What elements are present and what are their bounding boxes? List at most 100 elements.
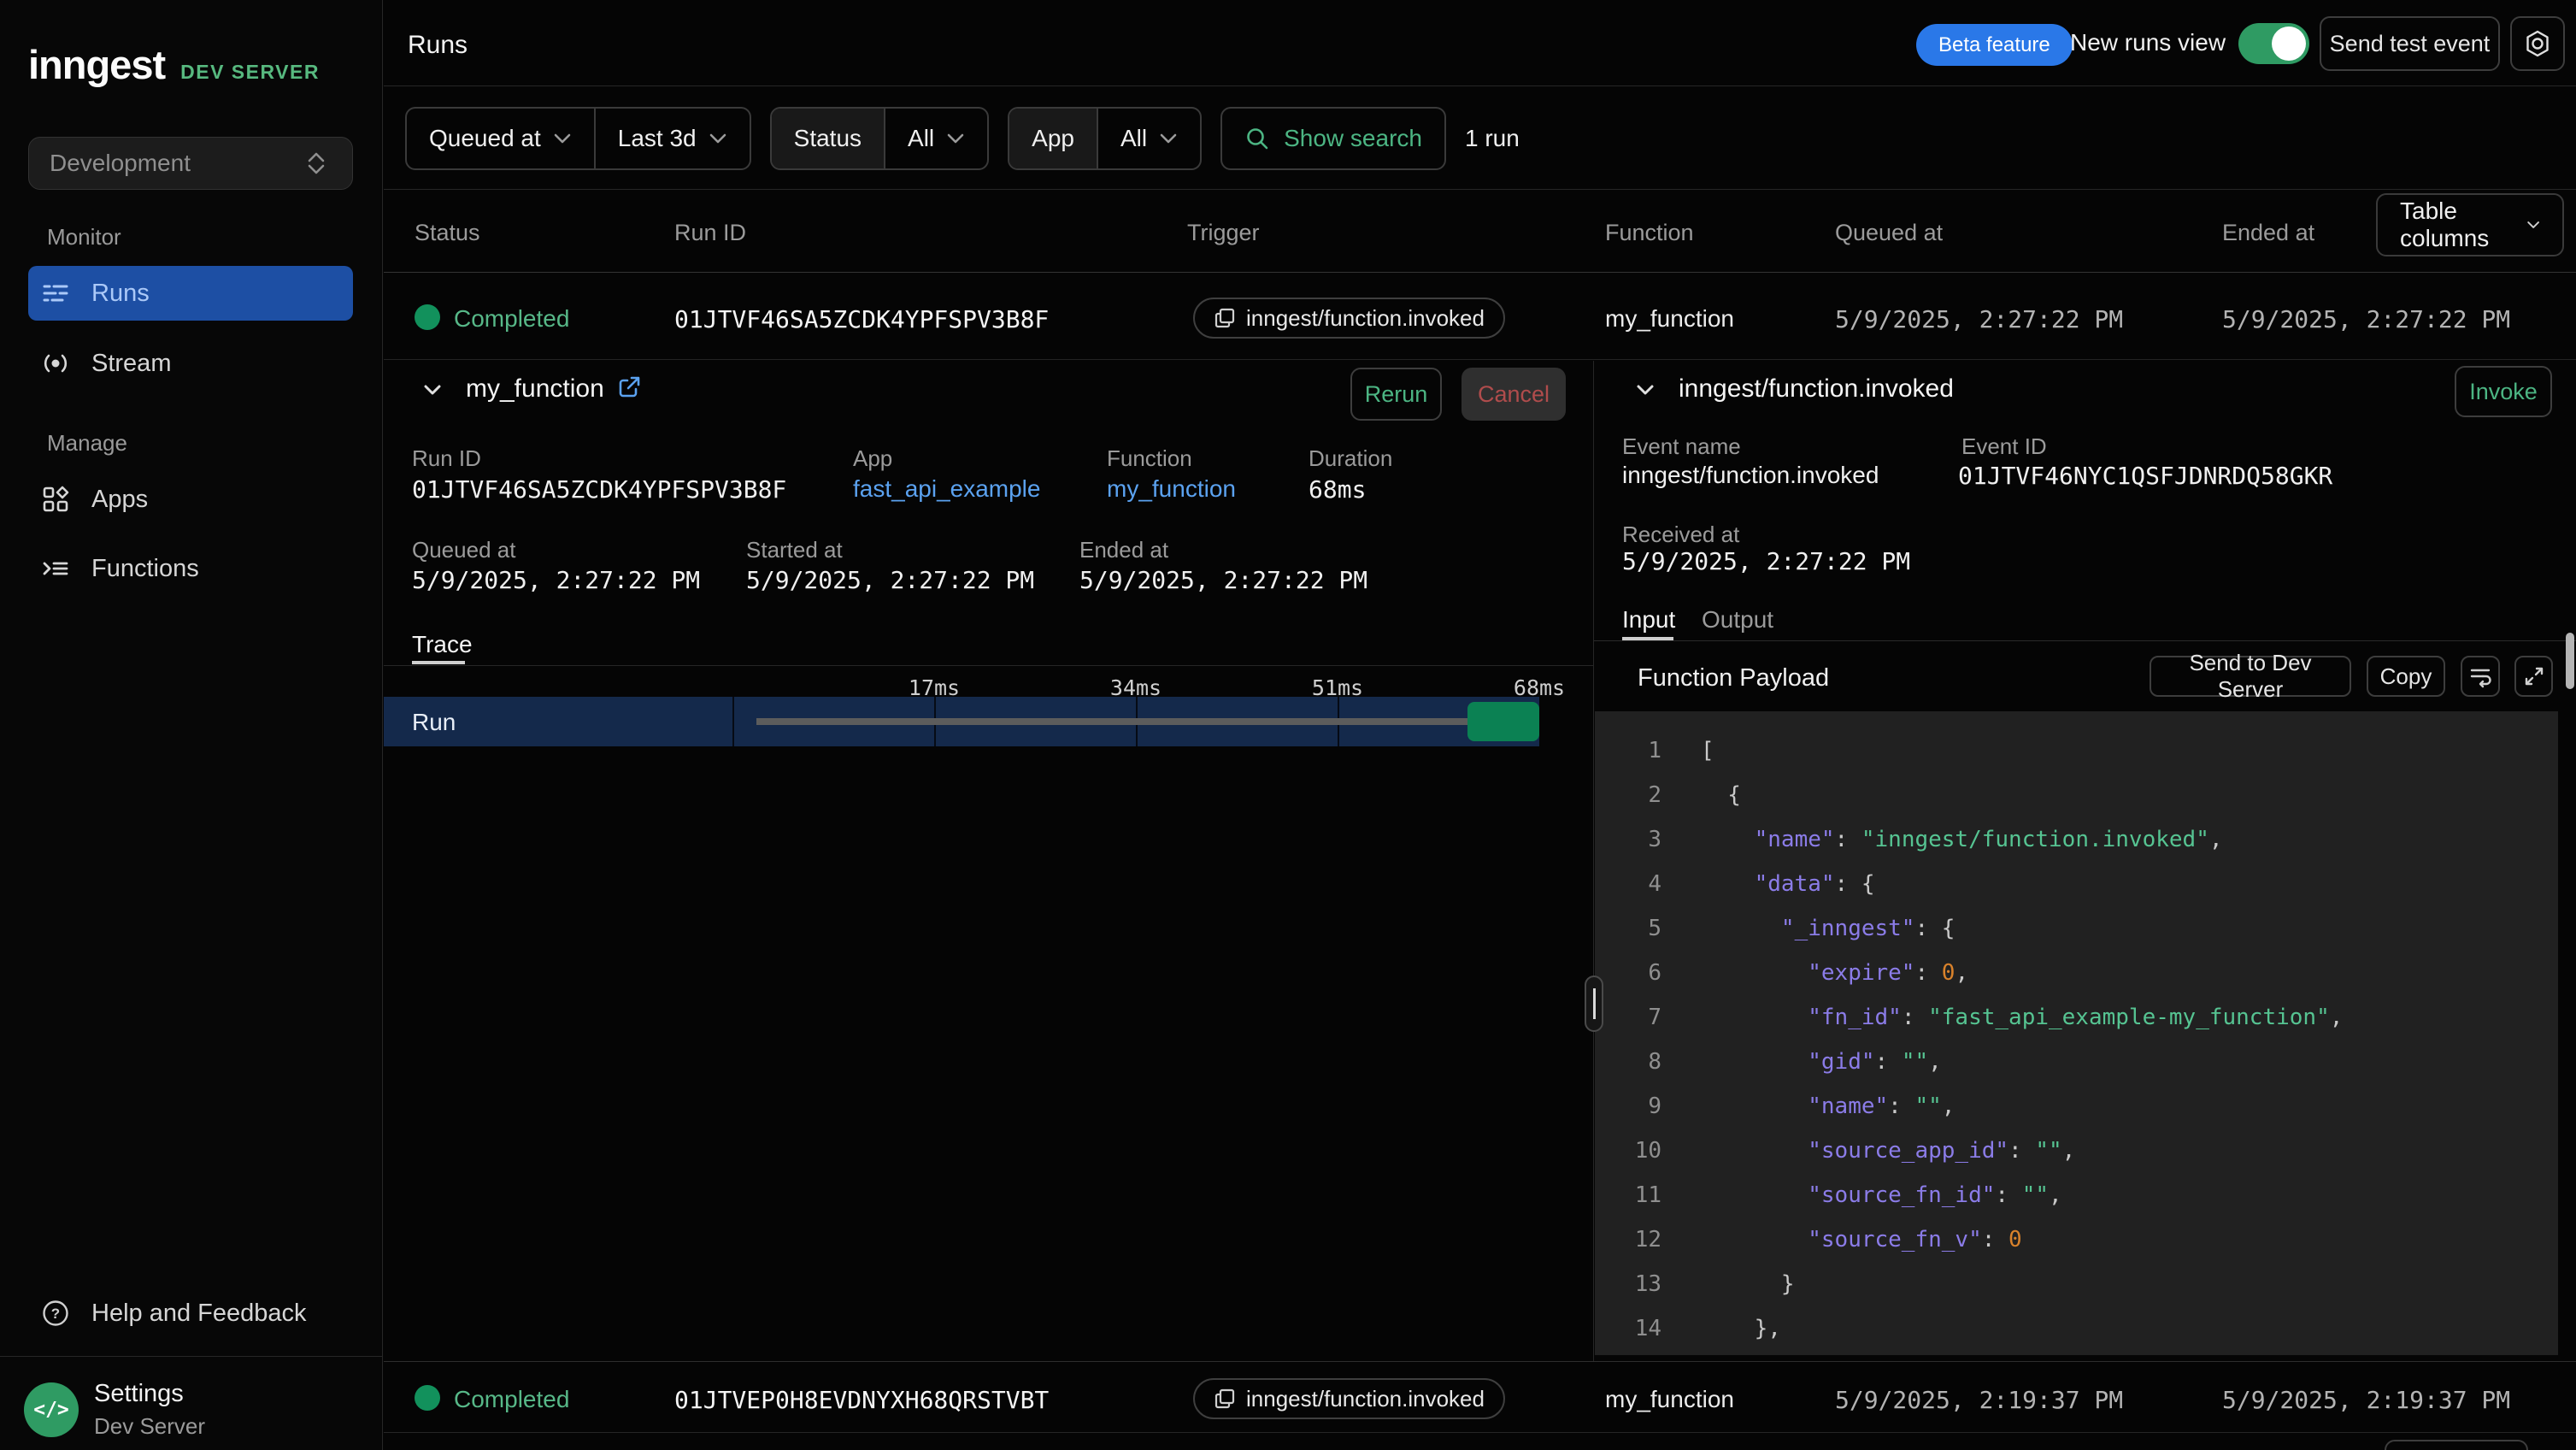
event-icon: [1214, 307, 1236, 329]
new-runs-view-toggle[interactable]: [2238, 23, 2309, 64]
run-details-region: my_function Rerun Cancel Run ID 01JTVF46…: [384, 361, 2576, 1361]
invoke-button[interactable]: Invoke: [2455, 366, 2552, 417]
sidebar-item-runs[interactable]: Runs: [28, 266, 353, 321]
code-line: 10 "source_app_id": "",: [1595, 1129, 2558, 1173]
trace-divider: [384, 665, 1593, 666]
show-search-button[interactable]: Show search: [1220, 107, 1446, 170]
filter-bar: Queued at Last 3d Status All App All: [384, 87, 2576, 190]
expand-icon: [2522, 664, 2546, 688]
status-dot-icon: [415, 1385, 440, 1411]
cancel-button[interactable]: Cancel: [1461, 368, 1566, 421]
received-at-value: 5/9/2025, 2:27:22 PM: [1622, 547, 1910, 575]
send-test-event-button[interactable]: Send test event: [2320, 16, 2500, 71]
chevron-down-icon: [553, 133, 572, 144]
received-at-label: Received at: [1622, 522, 1739, 548]
duration-label: Duration: [1309, 445, 1392, 472]
collapse-caret-icon[interactable]: [419, 376, 446, 404]
apps-icon: [40, 484, 71, 515]
help-and-feedback[interactable]: ? Help and Feedback: [28, 1286, 353, 1341]
trigger-name: inngest/function.invoked: [1246, 1386, 1485, 1412]
event-id-value: 01JTVF46NYC1QSFJDNRDQ58GKR: [1958, 462, 2332, 490]
settings-title: Settings: [94, 1380, 205, 1408]
app-label: App: [853, 445, 892, 472]
new-runs-view-label: New runs view: [2070, 29, 2226, 56]
trace-span-run[interactable]: Run: [384, 697, 1539, 746]
time-field-filter[interactable]: Queued at Last 3d: [405, 107, 751, 170]
table-row[interactable]: Completed 01JTVF46SA5ZCDK4YPFSPV3B8F inn…: [384, 274, 2576, 360]
time-range-segment[interactable]: Last 3d: [594, 109, 750, 168]
run-id-value: 01JTVF46SA5ZCDK4YPFSPV3B8F: [412, 475, 786, 504]
trace-exec-segment: [1467, 702, 1539, 741]
workspace-select[interactable]: Development: [28, 137, 353, 190]
brand: inngest DEV SERVER: [28, 41, 320, 88]
toggle-knob: [2272, 27, 2306, 61]
time-field-value: Queued at: [429, 125, 541, 152]
status-filter-value: All: [908, 125, 934, 152]
code-line: 2 {: [1595, 773, 2558, 817]
function-label: Function: [1107, 445, 1192, 472]
run-id: 01JTVF46SA5ZCDK4YPFSPV3B8F: [674, 305, 1049, 333]
scrollbar-thumb[interactable]: [2566, 633, 2574, 689]
trace-panel: my_function Rerun Cancel Run ID 01JTVF46…: [384, 361, 1593, 1361]
app-filter[interactable]: App All: [1008, 107, 1202, 170]
line-number: 12: [1595, 1217, 1661, 1262]
external-link-icon[interactable]: [616, 374, 644, 402]
send-to-dev-server-button[interactable]: Send to Dev Server: [2150, 656, 2351, 697]
settings-gear-button[interactable]: [2510, 16, 2565, 71]
payload-code[interactable]: 1[2 {3 "name": "inngest/function.invoked…: [1595, 711, 2558, 1355]
column-header-function: Function: [1605, 220, 1694, 246]
tab-trace[interactable]: Trace: [412, 631, 473, 658]
event-name-value: inngest/function.invoked: [1622, 462, 1879, 489]
status-filter[interactable]: Status All: [770, 107, 990, 170]
app-filter-value: All: [1120, 125, 1147, 152]
runs-icon: [40, 278, 71, 309]
run-status: Completed: [454, 305, 569, 333]
sidebar-section-manage: Manage: [47, 430, 127, 457]
collapse-caret-icon[interactable]: [1632, 376, 1659, 404]
function-link[interactable]: my_function: [1107, 475, 1236, 503]
code-line: 6 "expire": 0,: [1595, 951, 2558, 995]
status-filter-value-segment[interactable]: All: [884, 109, 987, 168]
app-link[interactable]: fast_api_example: [853, 475, 1040, 503]
sidebar-item-stream[interactable]: Stream: [28, 336, 353, 391]
column-header-queued-at: Queued at: [1835, 220, 1943, 246]
table-header: Status Run ID Trigger Function Queued at…: [384, 191, 2576, 273]
tab-input[interactable]: Input: [1622, 606, 1675, 634]
function-payload-title: Function Payload: [1638, 664, 1829, 693]
table-row[interactable]: Completed 01JTVEP0H8EVDNYXH68QRSTVBT inn…: [384, 1361, 2576, 1433]
app-filter-label: App: [1009, 109, 1097, 168]
panel-resize-handle[interactable]: [1585, 976, 1603, 1032]
inngest-logo: inngest: [28, 41, 165, 88]
trigger-badge[interactable]: inngest/function.invoked: [1193, 1378, 1505, 1419]
trigger-badge[interactable]: inngest/function.invoked: [1193, 298, 1505, 339]
line-number: 2: [1595, 773, 1661, 817]
started-at-label: Started at: [746, 537, 843, 563]
sidebar-item-apps[interactable]: Apps: [28, 472, 353, 527]
word-wrap-button[interactable]: [2461, 656, 2500, 697]
code-avatar-icon: </>: [24, 1382, 79, 1437]
app-filter-value-segment[interactable]: All: [1097, 109, 1200, 168]
code-line: 12 "source_fn_v": 0: [1595, 1217, 2558, 1262]
help-icon: ?: [40, 1298, 71, 1329]
help-label: Help and Feedback: [91, 1300, 307, 1328]
run-function: my_function: [1605, 1386, 1734, 1413]
code-line: 4 "data": {: [1595, 862, 2558, 906]
started-at-value: 5/9/2025, 2:27:22 PM: [746, 566, 1034, 594]
time-field-segment[interactable]: Queued at: [407, 109, 594, 168]
sidebar-section-monitor: Monitor: [47, 224, 121, 251]
trace-queued-segment: [756, 718, 1467, 725]
sidebar-item-functions[interactable]: Functions: [28, 541, 353, 596]
trigger-name: inngest/function.invoked: [1246, 305, 1485, 332]
copy-button[interactable]: Copy: [2367, 656, 2445, 697]
run-id: 01JTVEP0H8EVDNYXH68QRSTVBT: [674, 1386, 1049, 1414]
code-line: 9 "name": "",: [1595, 1084, 2558, 1129]
run-queued-at: 5/9/2025, 2:27:22 PM: [1835, 305, 2123, 333]
event-name-label: Event name: [1622, 433, 1741, 460]
settings-entry[interactable]: </> Settings Dev Server: [24, 1380, 205, 1440]
queued-at-label: Queued at: [412, 537, 515, 563]
tab-output[interactable]: Output: [1702, 606, 1773, 634]
expand-button[interactable]: [2514, 656, 2553, 697]
line-number: 13: [1595, 1262, 1661, 1306]
rerun-button[interactable]: Rerun: [1350, 368, 1442, 421]
status-filter-label: Status: [772, 109, 884, 168]
